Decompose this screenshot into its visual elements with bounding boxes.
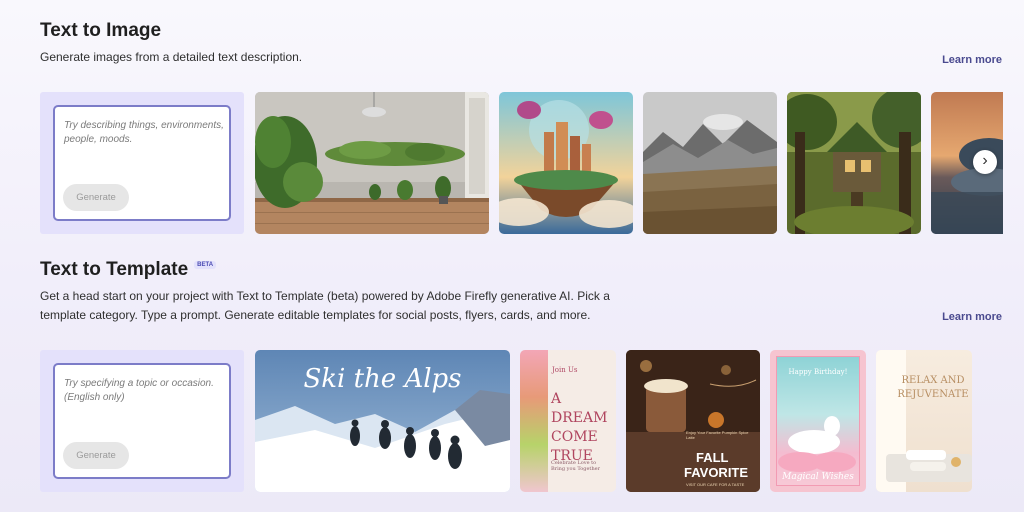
relax-rejuvenate-template[interactable]: RELAX AND REJUVENATE	[876, 350, 972, 492]
ski-caption: Experience the thrill of skiing in the p…	[270, 473, 495, 491]
text-to-image-prompt-panel: Try describing things, environments, peo…	[40, 92, 244, 234]
text-to-image-learn-more-link[interactable]: Learn more	[942, 54, 1002, 66]
beta-badge: BETA	[194, 261, 217, 269]
fall-header: Enjoy Your Favorite Pumpkin Spice Latte	[686, 430, 749, 440]
text-to-image-generate-button[interactable]: Generate	[63, 184, 129, 211]
carousel-next-button[interactable]: ›	[973, 150, 997, 174]
dream-title: A DREAM COME TRUE	[551, 390, 616, 466]
description-line-2: template category. Type a prompt. Genera…	[40, 308, 591, 322]
birthday-template[interactable]: Happy Birthday! Magical Wishes	[770, 350, 866, 492]
dream-small: Join Us	[552, 366, 578, 374]
dream-caption: Celebrate Love to Bring you Together	[551, 460, 601, 472]
fall-title: FALL FAVORITE	[626, 450, 760, 480]
ski-the-alps-template[interactable]: Ski the Alps Experience the thrill of sk…	[255, 350, 510, 492]
dream-come-true-template[interactable]: Join Us A DREAM COME TRUE Celebrate Love…	[520, 350, 616, 492]
floating-island-city-image[interactable]	[499, 92, 633, 234]
text-to-image-description: Generate images from a detailed text des…	[40, 50, 303, 64]
interior-plants-image[interactable]	[255, 92, 489, 234]
dream-title-2: COME	[551, 429, 598, 445]
text-to-template-description: Get a head start on your project with Te…	[40, 287, 610, 325]
ski-title: Ski the Alps	[303, 364, 462, 394]
birthday-footer: Magical Wishes	[782, 472, 854, 482]
text-to-template-learn-more-link[interactable]: Learn more	[942, 311, 1002, 323]
dream-title-1: A DREAM	[551, 391, 608, 426]
fall-favorite-template[interactable]: Enjoy Your Favorite Pumpkin Spice Latte …	[626, 350, 760, 492]
text-to-template-generate-button[interactable]: Generate	[63, 442, 129, 469]
text-to-template-prompt-panel: Try specifying a topic or occasion. (Eng…	[40, 350, 244, 492]
text-to-image-title: Text to Image	[40, 20, 162, 41]
text-to-template-title: Text to Template BETA	[40, 259, 217, 281]
fall-title-2: FAVORITE	[684, 465, 749, 480]
prompt-placeholder: Try describing things, environments, peo…	[64, 120, 224, 145]
prompt-placeholder: Try specifying a topic or occasion. (Eng…	[64, 378, 214, 403]
text-to-template-prompt-input[interactable]: Try specifying a topic or occasion. (Eng…	[53, 363, 231, 479]
floral-border	[520, 350, 548, 492]
mountains-image[interactable]	[643, 92, 777, 234]
description-line-1: Get a head start on your project with Te…	[40, 289, 610, 303]
fall-title-1: FALL	[696, 450, 729, 465]
text-to-image-prompt-input[interactable]: Try describing things, environments, peo…	[53, 105, 231, 221]
fall-caption: VISIT OUR CAFE FOR A TASTE	[686, 482, 745, 487]
chevron-right-icon: ›	[982, 152, 988, 169]
text-to-template-title-text: Text to Template	[40, 259, 189, 280]
treehouse-image[interactable]	[787, 92, 921, 234]
